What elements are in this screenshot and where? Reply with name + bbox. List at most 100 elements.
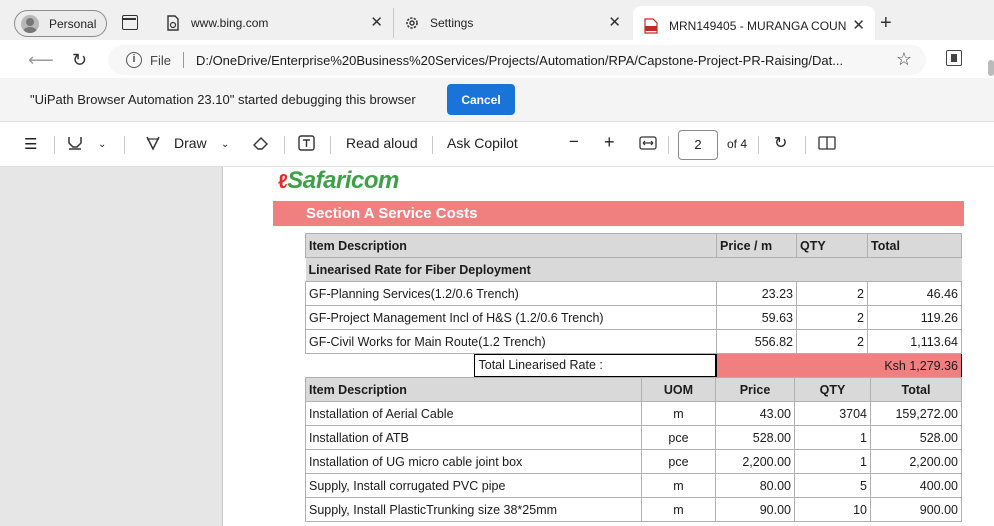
table-subheading: Linearised Rate for Fiber Deployment bbox=[305, 257, 962, 282]
eraser-icon[interactable] bbox=[252, 135, 270, 154]
zoom-out-icon[interactable]: − bbox=[569, 132, 579, 152]
cancel-button[interactable]: Cancel bbox=[447, 84, 515, 115]
close-tab-icon[interactable]: ✕ bbox=[370, 15, 383, 31]
cell-price: 556.82 bbox=[716, 329, 797, 354]
col-header: Price / m bbox=[716, 233, 797, 258]
zoom-in-icon[interactable]: + bbox=[604, 132, 615, 153]
infobar-message: "UiPath Browser Automation 23.10" starte… bbox=[30, 92, 416, 107]
draw-button[interactable]: Draw bbox=[174, 135, 207, 151]
rotate-icon[interactable]: ↻ bbox=[774, 133, 787, 153]
col-header: Item Description bbox=[305, 377, 642, 402]
cell-qty: 1 bbox=[794, 449, 871, 474]
bing-page-icon bbox=[165, 15, 181, 31]
address-bar[interactable]: i File D:/OneDrive/Enterprise%20Business… bbox=[108, 45, 926, 75]
highlight-icon[interactable] bbox=[66, 135, 84, 154]
divider bbox=[432, 136, 433, 154]
table-row: GF-Project Management Incl of H&S (1.2/0… bbox=[305, 305, 962, 330]
url-text[interactable]: D:/OneDrive/Enterprise%20Business%20Serv… bbox=[196, 53, 886, 68]
read-aloud-button[interactable]: Read aloud bbox=[346, 135, 418, 151]
table-row: GF-Planning Services(1.2/0.6 Trench) 23.… bbox=[305, 281, 962, 306]
cell-qty: 2 bbox=[796, 281, 868, 306]
cell-uom: m bbox=[641, 401, 716, 426]
cell-description: GF-Civil Works for Main Route(1.2 Trench… bbox=[305, 329, 717, 354]
gear-icon bbox=[404, 15, 420, 31]
contents-list-icon[interactable]: ☰ bbox=[24, 135, 37, 153]
chevron-down-icon[interactable]: ⌄ bbox=[221, 139, 229, 150]
cell-price: 43.00 bbox=[715, 401, 795, 426]
divider bbox=[805, 136, 806, 154]
cell-uom: m bbox=[641, 497, 716, 522]
info-icon[interactable]: i bbox=[126, 52, 142, 68]
cell-price: 528.00 bbox=[715, 425, 795, 450]
pdf-toolbar: ☰ ⌄ Draw ⌄ Read aloud Ask Copilot − + 2 … bbox=[0, 123, 994, 167]
cell-qty: 5 bbox=[794, 473, 871, 498]
profile-button[interactable]: Personal bbox=[14, 10, 107, 37]
col-header: QTY bbox=[796, 233, 868, 258]
cell-description: Supply, Install corrugated PVC pipe bbox=[305, 473, 642, 498]
ask-copilot-button[interactable]: Ask Copilot bbox=[447, 135, 518, 151]
pdf-icon bbox=[643, 18, 659, 34]
cell-uom: pce bbox=[641, 425, 716, 450]
cell-uom: m bbox=[641, 473, 716, 498]
cell-price: 80.00 bbox=[715, 473, 795, 498]
total-label: Total Linearised Rate : bbox=[473, 354, 716, 378]
table-row: Installation of UG micro cable joint box… bbox=[305, 449, 962, 474]
divider bbox=[182, 52, 184, 68]
new-tab-icon[interactable]: + bbox=[880, 12, 892, 35]
cell-qty: 10 bbox=[794, 497, 871, 522]
profile-label: Personal bbox=[49, 16, 97, 31]
cell-price: 23.23 bbox=[716, 281, 797, 306]
cell-price: 59.63 bbox=[716, 305, 797, 330]
cell-description: Installation of UG micro cable joint box bbox=[305, 449, 642, 474]
tab-actions-icon[interactable] bbox=[122, 15, 138, 30]
close-tab-icon[interactable]: ✕ bbox=[852, 18, 865, 34]
scrollbar-thumb[interactable] bbox=[988, 60, 994, 76]
divider bbox=[668, 136, 669, 154]
page-view-icon[interactable] bbox=[818, 135, 836, 154]
close-tab-icon[interactable]: ✕ bbox=[608, 15, 621, 31]
col-header: UOM bbox=[641, 377, 716, 402]
chevron-down-icon[interactable]: ⌄ bbox=[98, 139, 106, 150]
table-row: Supply, Install corrugated PVC pipe m 80… bbox=[305, 473, 962, 498]
fit-width-icon[interactable] bbox=[639, 135, 657, 154]
table-row: Supply, Install PlasticTrunking size 38*… bbox=[305, 497, 962, 522]
cell-total: 159,272.00 bbox=[870, 401, 962, 426]
debug-infobar: "UiPath Browser Automation 23.10" starte… bbox=[0, 78, 994, 122]
tab-title: MRN149405 - MURANGA COUN bbox=[669, 19, 847, 33]
divider bbox=[330, 136, 331, 154]
tab-title: Settings bbox=[430, 16, 474, 30]
table-row: Installation of ATB pce 528.00 1 528.00 bbox=[305, 425, 962, 450]
divider bbox=[758, 136, 759, 154]
cell-description: Supply, Install PlasticTrunking size 38*… bbox=[305, 497, 642, 522]
cell-description: GF-Project Management Incl of H&S (1.2/0… bbox=[305, 305, 717, 330]
draw-pen-icon[interactable] bbox=[145, 135, 161, 154]
total-value: Ksh 1,279.36 bbox=[716, 353, 962, 378]
page-number-input[interactable]: 2 bbox=[678, 130, 718, 160]
cell-total: 528.00 bbox=[870, 425, 962, 450]
cell-description: Installation of Aerial Cable bbox=[305, 401, 642, 426]
refresh-icon[interactable]: ↻ bbox=[72, 50, 87, 71]
divider bbox=[124, 136, 125, 154]
file-label: File bbox=[150, 52, 171, 68]
back-arrow-icon[interactable]: ⟵ bbox=[28, 50, 54, 71]
cell-total: 400.00 bbox=[870, 473, 962, 498]
cell-description: GF-Planning Services(1.2/0.6 Trench) bbox=[305, 281, 717, 306]
avatar-icon bbox=[21, 14, 39, 33]
tab-settings[interactable]: Settings ✕ bbox=[393, 8, 631, 38]
extension-icon[interactable] bbox=[946, 50, 962, 66]
cell-price: 2,200.00 bbox=[715, 449, 795, 474]
col-header: Price bbox=[715, 377, 795, 402]
tab-title: www.bing.com bbox=[191, 16, 269, 30]
cell-qty: 2 bbox=[796, 305, 868, 330]
tab-bing[interactable]: www.bing.com ✕ bbox=[155, 8, 393, 38]
table-row: GF-Civil Works for Main Route(1.2 Trench… bbox=[305, 329, 962, 354]
col-header: Total bbox=[870, 377, 962, 402]
cell-description: Installation of ATB bbox=[305, 425, 642, 450]
pdf-viewer[interactable]: ℓSafaricom Section A Service Costs Item … bbox=[0, 167, 994, 526]
cell-qty: 3704 bbox=[794, 401, 871, 426]
col-header: QTY bbox=[794, 377, 871, 402]
address-row: ⟵ ↻ i File D:/OneDrive/Enterprise%20Busi… bbox=[0, 40, 994, 78]
text-box-icon[interactable] bbox=[298, 135, 315, 154]
favorite-star-icon[interactable]: ☆ bbox=[896, 49, 912, 70]
section-title: Section A Service Costs bbox=[273, 201, 964, 226]
